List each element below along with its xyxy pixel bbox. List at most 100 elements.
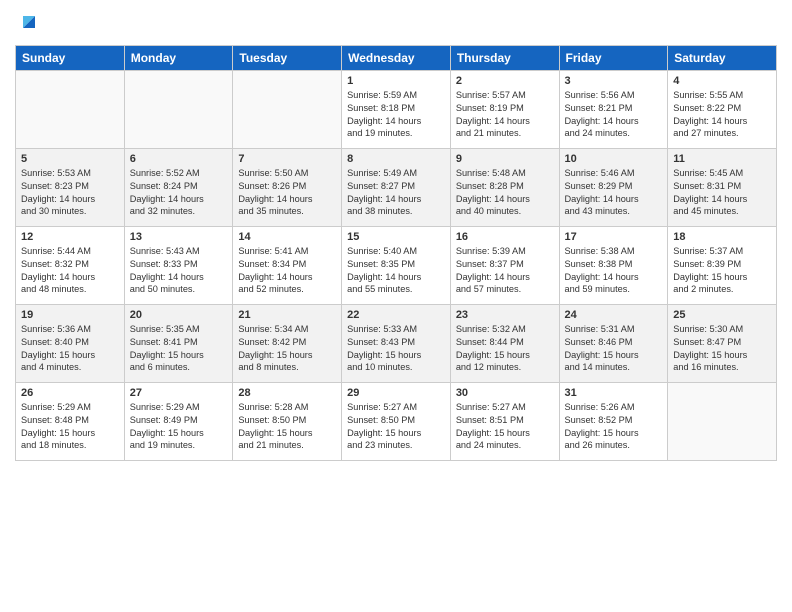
day-number: 16 — [456, 231, 554, 243]
day-number: 15 — [347, 231, 445, 243]
day-number: 7 — [238, 153, 336, 165]
day-info: Sunrise: 5:33 AM Sunset: 8:43 PM Dayligh… — [347, 323, 445, 375]
weekday-header-tuesday: Tuesday — [233, 45, 342, 70]
day-number: 1 — [347, 75, 445, 87]
calendar-cell: 21 Sunrise: 5:34 AM Sunset: 8:42 PM Dayli… — [233, 304, 342, 382]
day-number: 31 — [565, 387, 663, 399]
day-number: 20 — [130, 309, 228, 321]
calendar-cell — [668, 382, 777, 460]
calendar-week-row: 26 Sunrise: 5:29 AM Sunset: 8:48 PM Dayli… — [16, 382, 777, 460]
day-info: Sunrise: 5:49 AM Sunset: 8:27 PM Dayligh… — [347, 167, 445, 219]
calendar-table: SundayMondayTuesdayWednesdayThursdayFrid… — [15, 45, 777, 461]
day-info: Sunrise: 5:34 AM Sunset: 8:42 PM Dayligh… — [238, 323, 336, 375]
calendar-cell: 20Sunrise: 5:35 AM Sunset: 8:41 PM Dayli… — [124, 304, 233, 382]
day-info: Sunrise: 5:29 AM Sunset: 8:49 PM Dayligh… — [130, 401, 228, 453]
day-number: 19 — [21, 309, 119, 321]
day-info: Sunrise: 5:56 AM Sunset: 8:21 PM Dayligh… — [565, 89, 663, 141]
day-info: Sunrise: 5:32 AM Sunset: 8:44 PM Dayligh… — [456, 323, 554, 375]
calendar-cell: 15 Sunrise: 5:40 AM Sunset: 8:35 PM Dayli… — [342, 226, 451, 304]
day-info: Sunrise: 5:29 AM Sunset: 8:48 PM Dayligh… — [21, 401, 119, 453]
calendar-cell: 27Sunrise: 5:29 AM Sunset: 8:49 PM Dayli… — [124, 382, 233, 460]
day-info: Sunrise: 5:48 AM Sunset: 8:28 PM Dayligh… — [456, 167, 554, 219]
calendar-cell: 4 Sunrise: 5:55 AM Sunset: 8:22 PM Daylig… — [668, 70, 777, 148]
calendar-cell: 18 Sunrise: 5:37 AM Sunset: 8:39 PM Dayli… — [668, 226, 777, 304]
calendar-cell: 19 Sunrise: 5:36 AM Sunset: 8:40 PM Dayli… — [16, 304, 125, 382]
day-number: 18 — [673, 231, 771, 243]
day-number: 12 — [21, 231, 119, 243]
day-number: 9 — [456, 153, 554, 165]
calendar-cell: 1 Sunrise: 5:59 AM Sunset: 8:18 PM Daylig… — [342, 70, 451, 148]
calendar-cell: 31 Sunrise: 5:26 AM Sunset: 8:52 PM Dayli… — [559, 382, 668, 460]
day-info: Sunrise: 5:52 AM Sunset: 8:24 PM Dayligh… — [130, 167, 228, 219]
day-number: 10 — [565, 153, 663, 165]
weekday-header-monday: Monday — [124, 45, 233, 70]
weekday-header-sunday: Sunday — [16, 45, 125, 70]
day-info: Sunrise: 5:37 AM Sunset: 8:39 PM Dayligh… — [673, 245, 771, 297]
calendar-cell: 3 Sunrise: 5:56 AM Sunset: 8:21 PM Daylig… — [559, 70, 668, 148]
calendar-week-row: 1 Sunrise: 5:59 AM Sunset: 8:18 PM Daylig… — [16, 70, 777, 148]
day-info: Sunrise: 5:39 AM Sunset: 8:37 PM Dayligh… — [456, 245, 554, 297]
day-number: 23 — [456, 309, 554, 321]
calendar-week-row: 19 Sunrise: 5:36 AM Sunset: 8:40 PM Dayli… — [16, 304, 777, 382]
calendar-cell: 17 Sunrise: 5:38 AM Sunset: 8:38 PM Dayli… — [559, 226, 668, 304]
calendar-cell: 14 Sunrise: 5:41 AM Sunset: 8:34 PM Dayli… — [233, 226, 342, 304]
day-info: Sunrise: 5:41 AM Sunset: 8:34 PM Dayligh… — [238, 245, 336, 297]
day-info: Sunrise: 5:44 AM Sunset: 8:32 PM Dayligh… — [21, 245, 119, 297]
day-number: 30 — [456, 387, 554, 399]
day-info: Sunrise: 5:30 AM Sunset: 8:47 PM Dayligh… — [673, 323, 771, 375]
day-info: Sunrise: 5:36 AM Sunset: 8:40 PM Dayligh… — [21, 323, 119, 375]
calendar-cell: 26 Sunrise: 5:29 AM Sunset: 8:48 PM Dayli… — [16, 382, 125, 460]
calendar-cell: 6 Sunrise: 5:52 AM Sunset: 8:24 PM Daylig… — [124, 148, 233, 226]
day-info: Sunrise: 5:43 AM Sunset: 8:33 PM Dayligh… — [130, 245, 228, 297]
day-info: Sunrise: 5:31 AM Sunset: 8:46 PM Dayligh… — [565, 323, 663, 375]
calendar-cell: 30 Sunrise: 5:27 AM Sunset: 8:51 PM Dayli… — [450, 382, 559, 460]
weekday-header-friday: Friday — [559, 45, 668, 70]
day-info: Sunrise: 5:57 AM Sunset: 8:19 PM Dayligh… — [456, 89, 554, 141]
calendar-cell: 11 Sunrise: 5:45 AM Sunset: 8:31 PM Dayli… — [668, 148, 777, 226]
calendar-week-row: 5 Sunrise: 5:53 AM Sunset: 8:23 PM Daylig… — [16, 148, 777, 226]
day-number: 17 — [565, 231, 663, 243]
day-info: Sunrise: 5:46 AM Sunset: 8:29 PM Dayligh… — [565, 167, 663, 219]
day-number: 24 — [565, 309, 663, 321]
calendar-cell: 13 Sunrise: 5:43 AM Sunset: 8:33 PM Dayli… — [124, 226, 233, 304]
day-info: Sunrise: 5:45 AM Sunset: 8:31 PM Dayligh… — [673, 167, 771, 219]
day-number: 6 — [130, 153, 228, 165]
day-number: 3 — [565, 75, 663, 87]
calendar-cell — [233, 70, 342, 148]
calendar-cell: 8 Sunrise: 5:49 AM Sunset: 8:27 PM Daylig… — [342, 148, 451, 226]
day-info: Sunrise: 5:26 AM Sunset: 8:52 PM Dayligh… — [565, 401, 663, 453]
calendar-cell: 28Sunrise: 5:28 AM Sunset: 8:50 PM Dayli… — [233, 382, 342, 460]
day-number: 11 — [673, 153, 771, 165]
day-number: 26 — [21, 387, 119, 399]
calendar-cell: 29Sunrise: 5:27 AM Sunset: 8:50 PM Dayli… — [342, 382, 451, 460]
weekday-header-saturday: Saturday — [668, 45, 777, 70]
day-info: Sunrise: 5:27 AM Sunset: 8:50 PM Dayligh… — [347, 401, 445, 453]
day-info: Sunrise: 5:53 AM Sunset: 8:23 PM Dayligh… — [21, 167, 119, 219]
day-number: 5 — [21, 153, 119, 165]
calendar-cell — [16, 70, 125, 148]
day-info: Sunrise: 5:50 AM Sunset: 8:26 PM Dayligh… — [238, 167, 336, 219]
day-number: 13 — [130, 231, 228, 243]
day-info: Sunrise: 5:55 AM Sunset: 8:22 PM Dayligh… — [673, 89, 771, 141]
calendar-cell: 7 Sunrise: 5:50 AM Sunset: 8:26 PM Daylig… — [233, 148, 342, 226]
day-number: 25 — [673, 309, 771, 321]
day-number: 21 — [238, 309, 336, 321]
day-info: Sunrise: 5:40 AM Sunset: 8:35 PM Dayligh… — [347, 245, 445, 297]
day-info: Sunrise: 5:27 AM Sunset: 8:51 PM Dayligh… — [456, 401, 554, 453]
day-number: 28 — [238, 387, 336, 399]
calendar-cell: 12 Sunrise: 5:44 AM Sunset: 8:32 PM Dayli… — [16, 226, 125, 304]
day-info: Sunrise: 5:59 AM Sunset: 8:18 PM Dayligh… — [347, 89, 445, 141]
calendar-cell: 10 Sunrise: 5:46 AM Sunset: 8:29 PM Dayli… — [559, 148, 668, 226]
page: SundayMondayTuesdayWednesdayThursdayFrid… — [0, 0, 792, 612]
calendar-cell: 9 Sunrise: 5:48 AM Sunset: 8:28 PM Daylig… — [450, 148, 559, 226]
day-number: 8 — [347, 153, 445, 165]
calendar-cell: 24 Sunrise: 5:31 AM Sunset: 8:46 PM Dayli… — [559, 304, 668, 382]
calendar-cell: 25 Sunrise: 5:30 AM Sunset: 8:47 PM Dayli… — [668, 304, 777, 382]
calendar-cell: 22Sunrise: 5:33 AM Sunset: 8:43 PM Dayli… — [342, 304, 451, 382]
day-number: 4 — [673, 75, 771, 87]
day-number: 14 — [238, 231, 336, 243]
weekday-header-thursday: Thursday — [450, 45, 559, 70]
calendar-cell: 2Sunrise: 5:57 AM Sunset: 8:19 PM Daylig… — [450, 70, 559, 148]
logo-text — [15, 10, 39, 37]
day-info: Sunrise: 5:38 AM Sunset: 8:38 PM Dayligh… — [565, 245, 663, 297]
